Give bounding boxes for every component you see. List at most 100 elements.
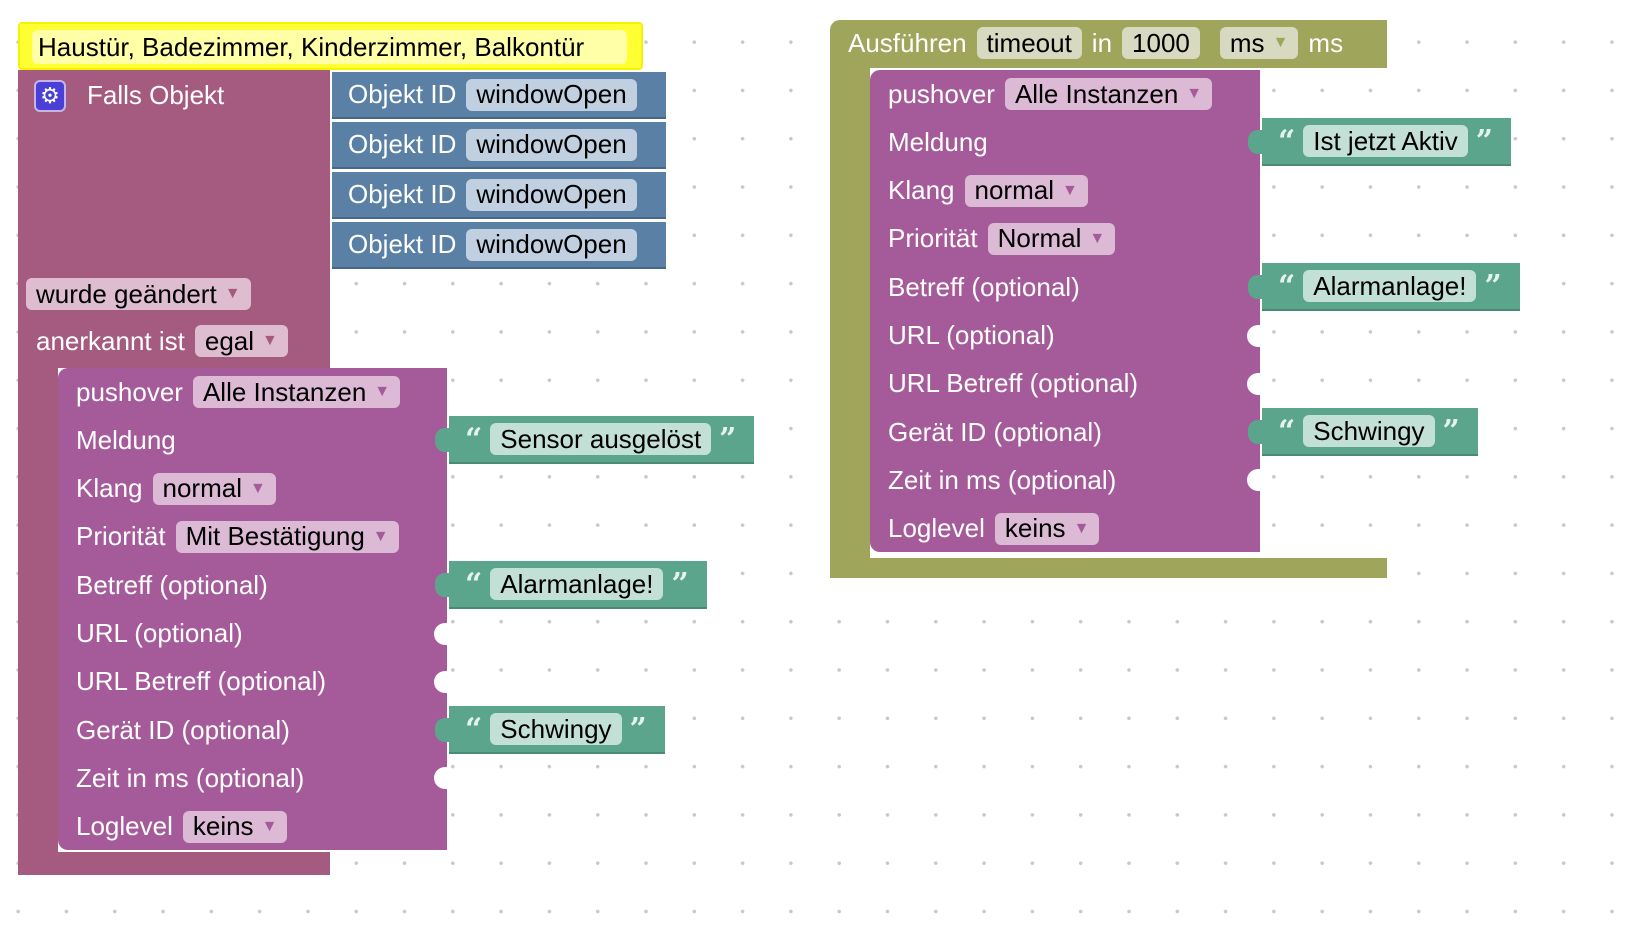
pushover-row-label: Zeit in ms (optional) xyxy=(888,464,1117,495)
timeout-block-side xyxy=(830,60,870,578)
ack-label: anerkannt ist xyxy=(36,325,185,356)
pushover-dropdown[interactable]: keins ▼ xyxy=(182,810,288,843)
timeout-block-bottom xyxy=(830,558,1387,578)
timeout-value-field[interactable]: 1000 xyxy=(1122,27,1200,59)
comment-text[interactable]: Haustür, Badezimmer, Kinderzimmer, Balko… xyxy=(32,30,627,64)
pushover-dropdown[interactable]: Mit Bestätigung ▼ xyxy=(175,520,399,553)
empty-input-socket[interactable] xyxy=(1247,372,1261,395)
pushover-row: URL (optional) xyxy=(76,610,243,658)
text-block[interactable]: “Sensor ausgelöst” xyxy=(435,416,755,465)
timeout-label: Ausführen xyxy=(848,27,967,58)
text-block-connector xyxy=(435,573,451,598)
dropdown-arrow-icon: ▼ xyxy=(372,527,389,545)
dropdown-arrow-icon: ▼ xyxy=(224,285,241,302)
pushover-row-label: URL Betreff (optional) xyxy=(888,368,1139,399)
timeout-name-field[interactable]: timeout xyxy=(976,27,1082,59)
empty-input-socket[interactable] xyxy=(1247,469,1261,492)
text-block[interactable]: “Alarmanlage!” xyxy=(435,561,707,610)
dropdown-arrow-icon: ▼ xyxy=(1073,519,1090,537)
object-id-field[interactable]: windowOpen xyxy=(466,228,637,261)
pushover-row: URL Betreff (optional) xyxy=(76,658,326,706)
dropdown-arrow-icon: ▼ xyxy=(374,383,391,400)
open-quote-icon: “ xyxy=(1278,123,1296,159)
object-id-block[interactable]: Objekt ID windowOpen xyxy=(332,122,666,169)
pushover-dropdown[interactable]: normal ▼ xyxy=(152,472,276,505)
text-block[interactable]: “Schwingy” xyxy=(435,706,665,755)
timeout-in-label: in xyxy=(1091,27,1113,58)
pushover-dropdown[interactable]: keins ▼ xyxy=(994,512,1100,545)
ack-value: egal xyxy=(204,325,255,356)
text-field[interactable]: Schwingy xyxy=(490,713,622,746)
text-block[interactable]: “Ist jetzt Aktiv” xyxy=(1248,118,1512,167)
pushover-row: Betreff (optional) xyxy=(76,561,268,609)
pushover-row: Zeit in ms (optional) xyxy=(888,456,1116,504)
pushover-row: Meldung xyxy=(888,118,988,166)
pushover-dropdown[interactable]: Alle Instanzen ▼ xyxy=(192,376,401,408)
text-field[interactable]: Alarmanlage! xyxy=(490,568,664,601)
pushover-dropdown[interactable]: Normal ▼ xyxy=(987,222,1116,255)
text-block[interactable]: “Alarmanlage!” xyxy=(1248,263,1520,312)
pushover-row: Betreff (optional) xyxy=(888,263,1080,311)
pushover-row: Priorität Mit Bestätigung ▼ xyxy=(76,513,399,561)
pushover-row-label: URL Betreff (optional) xyxy=(76,666,327,697)
empty-input-socket[interactable] xyxy=(434,670,448,693)
pushover-row-label: pushover xyxy=(888,78,995,109)
pushover-row: URL Betreff (optional) xyxy=(888,360,1138,408)
object-id-block[interactable]: Objekt ID windowOpen xyxy=(332,222,666,269)
pushover-block[interactable]: pushover Alle Instanzen ▼ Meldung Klang norma… xyxy=(870,70,1261,552)
empty-input-socket[interactable] xyxy=(434,767,448,790)
open-quote-icon: “ xyxy=(465,421,483,457)
text-field[interactable]: Alarmanlage! xyxy=(1303,270,1477,303)
timeout-unit-label: ms xyxy=(1308,27,1344,58)
object-id-field[interactable]: windowOpen xyxy=(466,178,637,211)
pushover-block[interactable]: pushover Alle Instanzen ▼ Meldung Klang norma… xyxy=(58,368,448,851)
empty-input-socket[interactable] xyxy=(434,622,448,645)
open-quote-icon: “ xyxy=(1278,413,1296,449)
pushover-row-label: Priorität xyxy=(888,223,978,254)
pushover-row: Meldung xyxy=(76,416,176,464)
object-id-field[interactable]: windowOpen xyxy=(466,128,637,161)
pushover-row-label: Meldung xyxy=(76,424,176,455)
object-id-block[interactable]: Objekt ID windowOpen xyxy=(332,72,666,119)
pushover-row-label: Betreff (optional) xyxy=(888,271,1080,302)
text-field[interactable]: Sensor ausgelöst xyxy=(490,423,712,456)
pushover-row: pushover Alle Instanzen ▼ xyxy=(76,368,401,416)
empty-input-socket[interactable] xyxy=(1247,324,1261,347)
pushover-row-label: pushover xyxy=(76,376,183,407)
trigger-block-side xyxy=(18,360,58,875)
dropdown-arrow-icon: ▼ xyxy=(1186,85,1203,102)
change-dropdown[interactable]: wurde geändert ▼ xyxy=(26,278,251,310)
object-id-label: Objekt ID xyxy=(348,229,457,259)
open-quote-icon: “ xyxy=(465,711,483,747)
pushover-dropdown[interactable]: normal ▼ xyxy=(964,174,1088,207)
object-id-label: Objekt ID xyxy=(348,129,457,159)
comment-bubble[interactable]: Haustür, Badezimmer, Kinderzimmer, Balko… xyxy=(18,22,643,70)
pushover-row: Priorität Normal ▼ xyxy=(888,215,1116,263)
object-id-block[interactable]: Objekt ID windowOpen xyxy=(332,172,666,219)
text-field[interactable]: Ist jetzt Aktiv xyxy=(1303,125,1468,158)
close-quote-icon: ” xyxy=(671,566,689,602)
pushover-dropdown[interactable]: Alle Instanzen ▼ xyxy=(1004,78,1213,110)
pushover-row-label: URL (optional) xyxy=(888,320,1055,350)
pushover-row: Gerät ID (optional) xyxy=(888,408,1102,456)
timeout-unit-dropdown[interactable]: ms ▼ xyxy=(1219,27,1299,59)
pushover-row-label: Loglevel xyxy=(888,513,985,544)
open-quote-icon: “ xyxy=(465,566,483,602)
dropdown-value: normal xyxy=(162,473,242,504)
pushover-row: Klang normal ▼ xyxy=(76,465,276,513)
text-block[interactable]: “Schwingy” xyxy=(1248,408,1478,457)
dropdown-arrow-icon: ▼ xyxy=(261,817,278,835)
dropdown-arrow-icon: ▼ xyxy=(1061,181,1078,199)
trigger-block[interactable] xyxy=(18,70,330,368)
dropdown-arrow-icon: ▼ xyxy=(262,332,278,349)
gear-icon[interactable]: ⚙ xyxy=(34,80,66,112)
text-field[interactable]: Schwingy xyxy=(1303,415,1435,448)
text-block-connector xyxy=(1248,130,1264,155)
dropdown-value: keins xyxy=(1004,513,1066,544)
pushover-row: Loglevel keins ▼ xyxy=(76,803,288,851)
close-quote-icon: ” xyxy=(719,421,737,457)
ack-dropdown[interactable]: egal ▼ xyxy=(194,325,288,357)
pushover-row-label: Meldung xyxy=(888,126,988,157)
object-id-field[interactable]: windowOpen xyxy=(466,78,637,111)
pushover-row-label: Priorität xyxy=(76,521,166,552)
